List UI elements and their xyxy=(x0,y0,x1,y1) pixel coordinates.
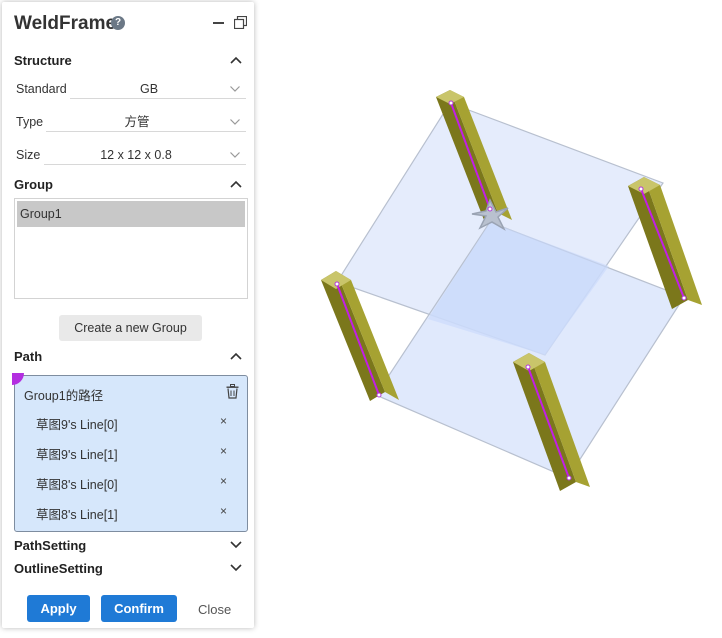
size-value: 12 x 12 x 0.8 xyxy=(100,148,172,162)
path-line-item: 草图8's Line[1] xyxy=(36,508,118,522)
outlinesetting-section-header[interactable]: OutlineSetting xyxy=(14,561,103,576)
chevron-down-icon xyxy=(230,152,240,158)
trash-icon[interactable] xyxy=(226,384,239,399)
apply-button[interactable]: Apply xyxy=(27,595,90,622)
standard-label: Standard xyxy=(16,82,67,96)
chevron-up-icon[interactable] xyxy=(230,352,242,360)
minimize-icon[interactable] xyxy=(213,22,224,24)
help-icon[interactable]: ? xyxy=(111,16,125,30)
chevron-down-icon xyxy=(230,119,240,125)
chevron-up-icon[interactable] xyxy=(230,180,242,188)
path-line-item: 草图8's Line[0] xyxy=(36,478,118,492)
type-label: Type xyxy=(16,115,44,129)
path-group-title: Group1的路径 xyxy=(24,389,104,403)
path-section-header[interactable]: Path xyxy=(14,349,42,364)
panel-title: WeldFrame xyxy=(14,13,117,34)
restore-window-icon[interactable] xyxy=(234,16,247,29)
remove-line-icon[interactable]: × xyxy=(220,474,227,488)
create-group-button[interactable]: Create a new Group xyxy=(59,315,202,341)
standard-select[interactable]: GB xyxy=(70,80,246,99)
size-select[interactable]: 12 x 12 x 0.8 xyxy=(44,146,246,165)
structure-section-header[interactable]: Structure xyxy=(14,53,72,68)
group-list: Group1 xyxy=(14,198,248,299)
chevron-down-icon xyxy=(230,86,240,92)
type-select[interactable]: 方管 xyxy=(46,113,246,132)
path-color-marker xyxy=(12,373,24,385)
3d-viewport[interactable] xyxy=(260,0,722,638)
chevron-down-icon[interactable] xyxy=(230,541,242,549)
remove-line-icon[interactable]: × xyxy=(220,504,227,518)
path-line-item: 草图9's Line[1] xyxy=(36,448,118,462)
weldframe-panel: WeldFrame ? Structure Standard GB Type 方… xyxy=(2,2,254,628)
chevron-up-icon[interactable] xyxy=(230,56,242,64)
chevron-down-icon[interactable] xyxy=(230,564,242,572)
size-label: Size xyxy=(16,148,41,162)
group-list-item[interactable]: Group1 xyxy=(17,201,245,227)
remove-line-icon[interactable]: × xyxy=(220,414,227,428)
type-value: 方管 xyxy=(124,115,150,129)
path-line-item: 草图9's Line[0] xyxy=(36,418,118,432)
path-group-card[interactable]: Group1的路径 草图9's Line[0] × 草图9's Line[1] … xyxy=(12,373,248,532)
standard-value: GB xyxy=(139,82,159,96)
close-button[interactable]: Close xyxy=(198,602,231,617)
confirm-button[interactable]: Confirm xyxy=(101,595,177,622)
remove-line-icon[interactable]: × xyxy=(220,444,227,458)
pathsetting-section-header[interactable]: PathSetting xyxy=(14,538,86,553)
group-section-header[interactable]: Group xyxy=(14,177,53,192)
